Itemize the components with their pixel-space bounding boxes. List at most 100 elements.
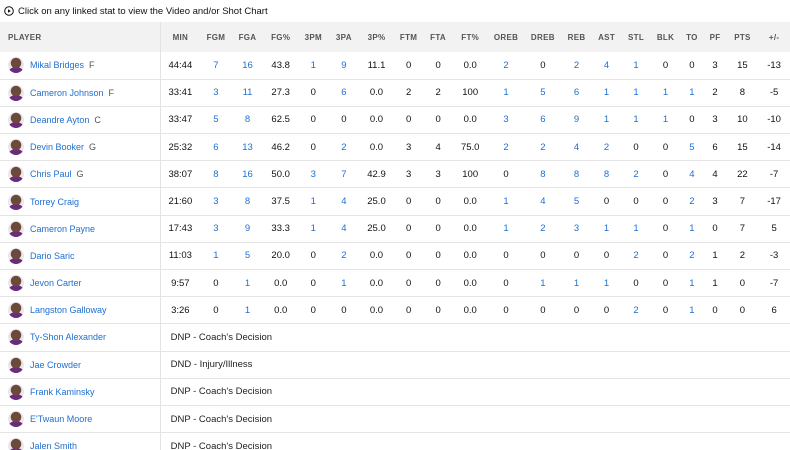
stat-cell-ast[interactable]: 1 — [592, 79, 621, 106]
stat-cell-3pm[interactable]: 1 — [298, 215, 329, 242]
stat-cell-dreb[interactable]: 4 — [524, 188, 561, 215]
player-name-link[interactable]: Jalen Smith — [30, 441, 77, 450]
player-name-link[interactable]: Torrey Craig — [30, 197, 79, 207]
player-name-link[interactable]: Langston Galloway — [30, 305, 107, 315]
stat-cell-dreb[interactable]: 1 — [524, 270, 561, 297]
stat-cell-fga[interactable]: 5 — [232, 242, 264, 269]
column-header-3pa[interactable]: 3PA — [329, 22, 360, 52]
stat-cell-ast[interactable]: 8 — [592, 161, 621, 188]
stat-cell-to[interactable]: 2 — [680, 242, 703, 269]
stat-cell-oreb[interactable]: 2 — [488, 134, 525, 161]
stat-cell-to[interactable]: 1 — [680, 215, 703, 242]
stat-cell-dreb[interactable]: 5 — [524, 79, 561, 106]
player-name-link[interactable]: Cameron Johnson — [30, 88, 104, 98]
player-name-link[interactable]: Mikal Bridges — [30, 60, 84, 70]
stat-cell-fga[interactable]: 1 — [232, 297, 264, 324]
stat-cell-to[interactable]: 1 — [680, 270, 703, 297]
column-header-player[interactable]: PLAYER — [0, 22, 161, 52]
player-name-link[interactable]: Frank Kaminsky — [30, 387, 95, 397]
stat-cell-stl[interactable]: 1 — [621, 79, 650, 106]
stat-cell-stl[interactable]: 1 — [621, 215, 650, 242]
stat-cell-3pa[interactable]: 7 — [329, 161, 360, 188]
stat-cell-stl[interactable]: 1 — [621, 106, 650, 133]
stat-cell-dreb[interactable]: 2 — [524, 134, 561, 161]
stat-cell-dreb[interactable]: 2 — [524, 215, 561, 242]
stat-cell-to[interactable]: 1 — [680, 297, 703, 324]
stat-cell-to[interactable]: 1 — [680, 79, 703, 106]
stat-cell-to[interactable]: 2 — [680, 188, 703, 215]
stat-cell-to[interactable]: 4 — [680, 161, 703, 188]
stat-cell-ast[interactable]: 4 — [592, 52, 621, 79]
stat-cell-reb[interactable]: 5 — [561, 188, 592, 215]
column-header-to[interactable]: TO — [680, 22, 703, 52]
stat-cell-3pa[interactable]: 1 — [329, 270, 360, 297]
stat-cell-ast[interactable]: 1 — [592, 215, 621, 242]
player-name-link[interactable]: Deandre Ayton — [30, 115, 89, 125]
stat-cell-fga[interactable]: 16 — [232, 52, 264, 79]
column-header-reb[interactable]: REB — [561, 22, 592, 52]
stat-cell-fgm[interactable]: 6 — [200, 134, 232, 161]
stat-cell-3pa[interactable]: 9 — [329, 52, 360, 79]
stat-cell-dreb[interactable]: 8 — [524, 161, 561, 188]
stat-cell-reb[interactable]: 9 — [561, 106, 592, 133]
stat-cell-fga[interactable]: 1 — [232, 270, 264, 297]
column-header-[interactable]: +/- — [758, 22, 790, 52]
column-header-oreb[interactable]: OREB — [488, 22, 525, 52]
stat-cell-oreb[interactable]: 3 — [488, 106, 525, 133]
column-header-pts[interactable]: PTS — [727, 22, 759, 52]
stat-cell-oreb[interactable]: 1 — [488, 215, 525, 242]
stat-cell-to[interactable]: 5 — [680, 134, 703, 161]
stat-cell-3pa[interactable]: 2 — [329, 134, 360, 161]
player-name-link[interactable]: Ty-Shon Alexander — [30, 332, 106, 342]
player-name-link[interactable]: Dario Saric — [30, 251, 75, 261]
column-header-fgm[interactable]: FGM — [200, 22, 232, 52]
player-name-link[interactable]: Jevon Carter — [30, 278, 82, 288]
stat-cell-fgm[interactable]: 3 — [200, 215, 232, 242]
stat-cell-reb[interactable]: 3 — [561, 215, 592, 242]
player-name-link[interactable]: Devin Booker — [30, 142, 84, 152]
player-name-link[interactable]: E'Twaun Moore — [30, 414, 92, 424]
stat-cell-stl[interactable]: 2 — [621, 242, 650, 269]
stat-cell-3pm[interactable]: 1 — [298, 52, 329, 79]
stat-cell-ast[interactable]: 2 — [592, 134, 621, 161]
stat-cell-fgm[interactable]: 1 — [200, 242, 232, 269]
column-header-fg[interactable]: FG% — [263, 22, 298, 52]
stat-cell-3pa[interactable]: 4 — [329, 188, 360, 215]
stat-cell-fga[interactable]: 9 — [232, 215, 264, 242]
stat-cell-fgm[interactable]: 3 — [200, 188, 232, 215]
stat-cell-3pm[interactable]: 3 — [298, 161, 329, 188]
stat-cell-fgm[interactable]: 8 — [200, 161, 232, 188]
stat-cell-blk[interactable]: 1 — [651, 106, 680, 133]
column-header-min[interactable]: MIN — [160, 22, 200, 52]
stat-cell-stl[interactable]: 2 — [621, 297, 650, 324]
column-header-dreb[interactable]: DREB — [524, 22, 561, 52]
stat-cell-fga[interactable]: 16 — [232, 161, 264, 188]
stat-cell-dreb[interactable]: 6 — [524, 106, 561, 133]
stat-cell-fgm[interactable]: 5 — [200, 106, 232, 133]
column-header-ft[interactable]: FT% — [453, 22, 488, 52]
player-name-link[interactable]: Jae Crowder — [30, 360, 81, 370]
stat-cell-reb[interactable]: 1 — [561, 270, 592, 297]
stat-cell-oreb[interactable]: 1 — [488, 79, 525, 106]
stat-cell-fgm[interactable]: 3 — [200, 79, 232, 106]
stat-cell-reb[interactable]: 4 — [561, 134, 592, 161]
column-header-fta[interactable]: FTA — [423, 22, 452, 52]
stat-cell-3pm[interactable]: 1 — [298, 188, 329, 215]
stat-cell-blk[interactable]: 1 — [651, 79, 680, 106]
stat-cell-3pa[interactable]: 6 — [329, 79, 360, 106]
player-name-link[interactable]: Chris Paul — [30, 169, 72, 179]
column-header-ast[interactable]: AST — [592, 22, 621, 52]
stat-cell-oreb[interactable]: 2 — [488, 52, 525, 79]
column-header-3p[interactable]: 3P% — [359, 22, 394, 52]
column-header-ftm[interactable]: FTM — [394, 22, 423, 52]
column-header-pf[interactable]: PF — [703, 22, 726, 52]
stat-cell-reb[interactable]: 8 — [561, 161, 592, 188]
stat-cell-3pa[interactable]: 2 — [329, 242, 360, 269]
stat-cell-fga[interactable]: 8 — [232, 188, 264, 215]
stat-cell-oreb[interactable]: 1 — [488, 188, 525, 215]
column-header-stl[interactable]: STL — [621, 22, 650, 52]
stat-cell-reb[interactable]: 6 — [561, 79, 592, 106]
stat-cell-ast[interactable]: 1 — [592, 270, 621, 297]
stat-cell-stl[interactable]: 2 — [621, 161, 650, 188]
stat-cell-fga[interactable]: 11 — [232, 79, 264, 106]
